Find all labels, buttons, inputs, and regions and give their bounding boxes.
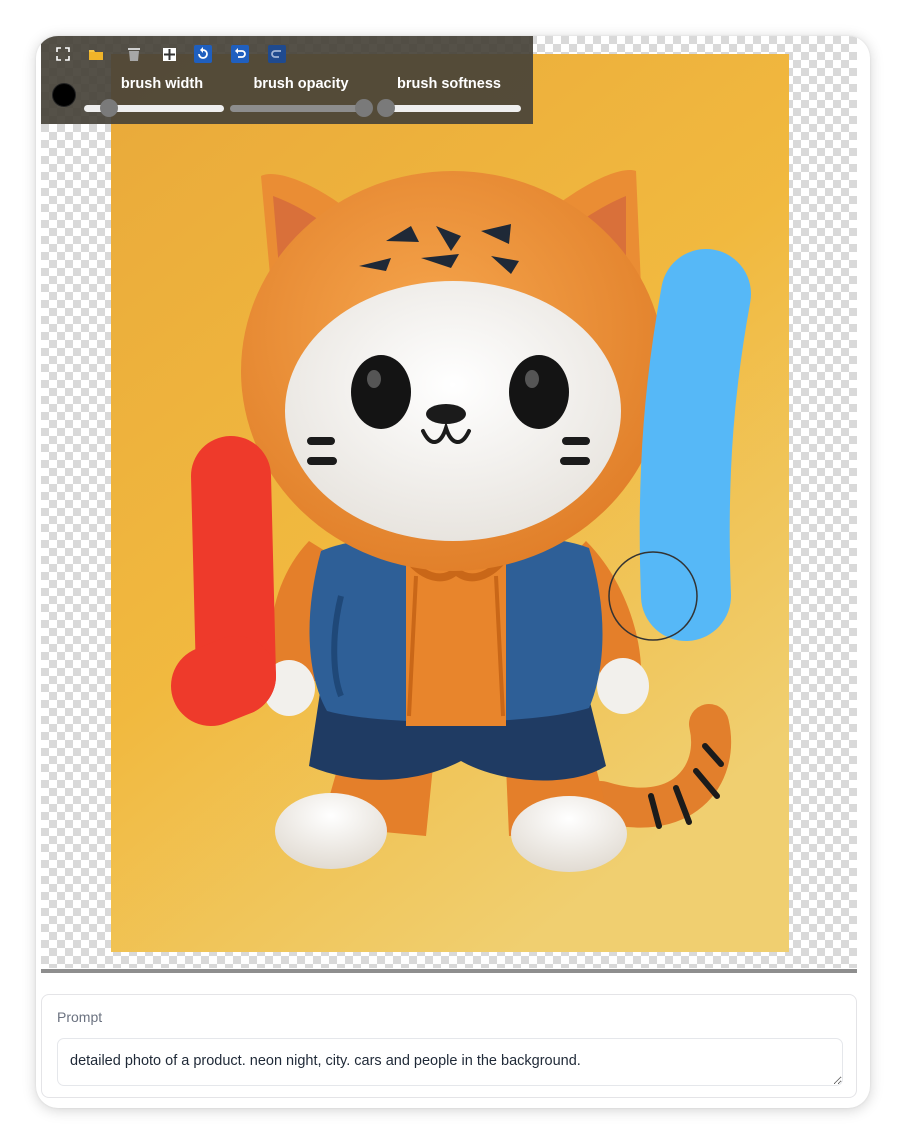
prompt-label: Prompt — [57, 1009, 103, 1025]
folder-icon[interactable] — [86, 44, 106, 64]
trash-icon[interactable] — [124, 44, 144, 64]
undo-icon[interactable] — [230, 44, 250, 64]
brush-width-knob[interactable] — [100, 99, 118, 117]
canvas-toolbar: brush width brush opacity brush softness — [41, 36, 533, 124]
brush-opacity-knob[interactable] — [355, 99, 373, 117]
move-icon[interactable] — [159, 44, 179, 64]
brush-opacity-label: brush opacity — [253, 76, 349, 92]
brush-softness-knob[interactable] — [377, 99, 395, 117]
reset-icon[interactable] — [193, 44, 213, 64]
brush-color-swatch[interactable] — [52, 83, 76, 107]
canvas-checkerboard[interactable] — [41, 36, 857, 968]
brush-width-label: brush width — [120, 76, 204, 92]
redo-icon[interactable] — [267, 44, 287, 64]
brush-opacity-slider[interactable] — [230, 105, 370, 112]
brush-softness-slider[interactable] — [381, 105, 521, 112]
brush-softness-label: brush softness — [397, 76, 501, 92]
drawing-canvas[interactable] — [41, 36, 857, 968]
prompt-input[interactable]: detailed photo of a product. neon night,… — [57, 1038, 843, 1086]
prompt-panel: Prompt detailed photo of a product. neon… — [41, 994, 857, 1098]
red-brush-stroke-tail — [171, 636, 276, 726]
blue-brush-stroke — [639, 249, 751, 641]
inpaint-card: brush width brush opacity brush softness… — [36, 36, 870, 1108]
fullscreen-icon[interactable] — [53, 44, 73, 64]
canvas-divider — [41, 969, 857, 973]
